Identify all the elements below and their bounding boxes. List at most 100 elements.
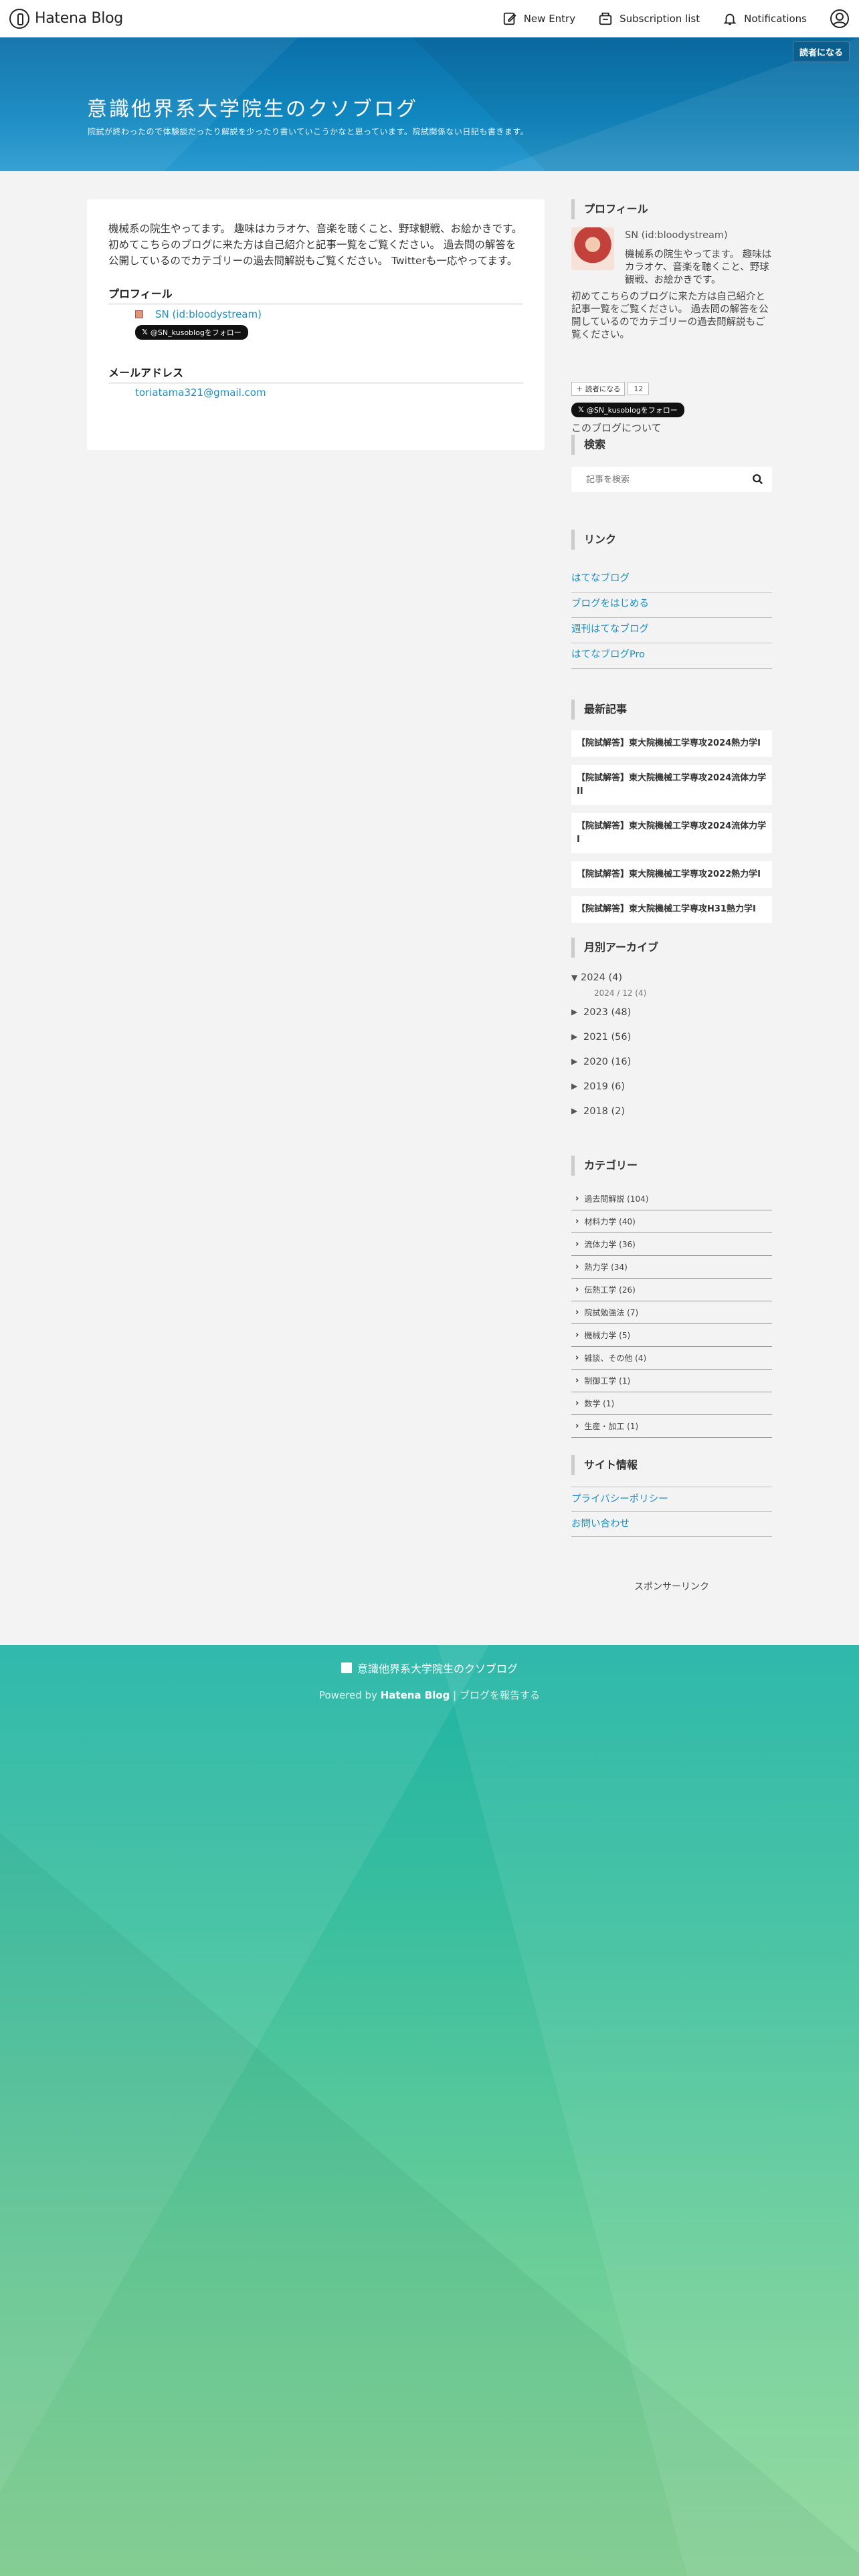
powered-prefix: Powered by — [318, 1689, 377, 1701]
archive-year-2018[interactable]: ▶ 2018 (2) — [571, 1106, 772, 1131]
footer-title-text: 意識他界系大学院生のクソブログ — [357, 1662, 518, 1675]
profile-link[interactable]: SN (id:bloodystream) — [155, 308, 262, 320]
privacy-policy-link[interactable]: プライバシーポリシー — [571, 1487, 772, 1512]
profile-avatar[interactable] — [571, 227, 614, 270]
bell-icon — [723, 13, 737, 25]
site-info-heading: サイト情報 — [571, 1455, 772, 1475]
site-info-module: サイト情報 プライバシーポリシー お問い合わせ — [571, 1455, 772, 1537]
category-item[interactable]: › 院試勉強法 (7) — [571, 1301, 772, 1324]
recent-entry[interactable]: 【院試解答】東大院機械工学専攻2022熱力学I — [571, 861, 772, 888]
chevron-right-icon: › — [575, 1239, 579, 1249]
chevron-right-icon: › — [575, 1262, 579, 1272]
subscription-list-button[interactable]: Subscription list — [598, 11, 700, 26]
category-item[interactable]: › 過去問解説 (104) — [571, 1188, 772, 1210]
reader-mini-button[interactable]: ＋ 読者になる — [571, 382, 626, 396]
chevron-right-icon: › — [575, 1285, 579, 1295]
user-menu-button[interactable] — [830, 9, 850, 29]
archive-year-label: 2019 (6) — [583, 1081, 626, 1092]
chevron-right-icon: › — [575, 1353, 579, 1363]
category-label: 機械力学 (5) — [584, 1331, 631, 1340]
side-x-logo-icon: 𝕏 — [578, 405, 584, 414]
notifications-label: Notifications — [744, 12, 807, 25]
archive-heading: 月別アーカイブ — [571, 938, 772, 958]
archive-year-2020[interactable]: ▶ 2020 (16) — [571, 1057, 772, 1081]
report-blog-link[interactable]: ブログを報告する — [460, 1689, 540, 1701]
archive-year-2023[interactable]: ▶ 2023 (48) — [571, 1007, 772, 1032]
archive-year-label: 2021 (56) — [583, 1032, 632, 1043]
link-start-blog[interactable]: ブログをはじめる — [571, 593, 772, 618]
x-follow-wrap: 𝕏 @SN_kusoblogをフォロー — [135, 324, 523, 340]
footer: 意識他界系大学院生のクソブログ Powered by Hatena Blog |… — [0, 1645, 859, 2576]
category-item[interactable]: › 伝熱工学 (26) — [571, 1279, 772, 1301]
global-header: Hatena Blog New Entry Subscription list … — [0, 0, 859, 37]
category-item[interactable]: › 熱力学 (34) — [571, 1256, 772, 1279]
profile-mini-avatar — [135, 310, 143, 318]
profile-module: プロフィール SN (id:bloodystream) 機械系の院生やってます。… — [571, 199, 772, 434]
category-label: 伝熱工学 (26) — [584, 1285, 636, 1295]
expanded-triangle-icon: ▼ — [571, 973, 578, 982]
archive-list: ▼ 2024 (4) 2024 / 12 (4) ▶ 2023 (48) ▶ 2021… — [571, 972, 772, 1131]
recent-module: 最新記事 【院試解答】東大院機械工学専攻2024熱力学I 【院試解答】東大院機械… — [571, 700, 772, 931]
category-module: カテゴリー › 過去問解説 (104) › 材料力学 (40) › 流体力学 (36)… — [571, 1156, 772, 1438]
chevron-right-icon: › — [575, 1421, 579, 1431]
category-item[interactable]: › 制御工学 (1) — [571, 1370, 772, 1392]
category-item[interactable]: › 雑談、その他 (4) — [571, 1347, 772, 1370]
footer-blog-title[interactable]: 意識他界系大学院生のクソブログ — [0, 1660, 859, 1676]
category-item[interactable]: › 機械力学 (5) — [571, 1324, 772, 1347]
search-module: 検索 — [571, 435, 772, 492]
footer-powered: Powered by Hatena Blog | ブログを報告する — [0, 1688, 859, 1702]
site-info-list: プライバシーポリシー お問い合わせ — [571, 1487, 772, 1537]
recent-entry[interactable]: 【院試解答】東大院機械工学専攻2024流体力学I — [571, 813, 772, 853]
link-hatena-pro[interactable]: はてなブログPro — [571, 643, 772, 669]
collapsed-triangle-icon: ▶ — [571, 1007, 578, 1016]
archive-year-2021[interactable]: ▶ 2021 (56) — [571, 1032, 772, 1057]
recent-entry[interactable]: 【院試解答】東大院機械工学専攻2024熱力学I — [571, 730, 772, 757]
contact-link[interactable]: お問い合わせ — [571, 1511, 772, 1537]
about-card: 機械系の院生やってます。 趣味はカラオケ、音楽を聴くこと、野球観戦、お絵かきです… — [87, 199, 545, 450]
hatena-blog-logo[interactable]: Hatena Blog — [9, 8, 123, 29]
link-hatena-blog[interactable]: はてなブログ — [571, 567, 772, 593]
link-weekly-hatena[interactable]: 週刊はてなブログ — [571, 618, 772, 643]
x-follow-button[interactable]: 𝕏 @SN_kusoblogをフォロー — [135, 324, 248, 340]
search-input[interactable] — [571, 474, 739, 485]
archive-year-2019[interactable]: ▶ 2019 (6) — [571, 1081, 772, 1106]
recent-entry[interactable]: 【院試解答】東大院機械工学専攻2024流体力学II — [571, 765, 772, 805]
search-box — [571, 467, 772, 492]
category-item[interactable]: › 材料力学 (40) — [571, 1210, 772, 1233]
blog-description: 院試が終わったので体験談だったり解説を少ったり書いていこうかなと思っています。院… — [88, 127, 529, 136]
email-link[interactable]: toriatama321@gmail.com — [135, 387, 523, 399]
blog-title[interactable]: 意識他界系大学院生のクソブログ — [87, 92, 418, 122]
new-entry-button[interactable]: New Entry — [502, 11, 575, 26]
notifications-button[interactable]: Notifications — [723, 11, 807, 26]
profile-heading: プロフィール — [108, 285, 523, 305]
side-x-follow-label: @SN_kusoblogをフォロー — [586, 405, 678, 415]
profile-name[interactable]: SN (id:bloodystream) — [625, 230, 728, 241]
about-text: 機械系の院生やってます。 趣味はカラオケ、音楽を聴くこと、野球観戦、お絵かきです… — [108, 223, 522, 267]
category-label: 熱力学 (34) — [584, 1263, 628, 1272]
chevron-right-icon: › — [575, 1376, 579, 1386]
search-icon[interactable] — [752, 473, 764, 486]
category-label: 流体力学 (36) — [584, 1240, 636, 1249]
recent-entry[interactable]: 【院試解答】東大院機械工学専攻H31熱力学I — [571, 896, 772, 923]
chevron-right-icon: › — [575, 1330, 579, 1340]
category-label: 生産・加工 (1) — [584, 1422, 639, 1431]
chevron-right-icon: › — [575, 1194, 579, 1204]
collapsed-triangle-icon: ▶ — [571, 1081, 578, 1091]
hatena-blog-link[interactable]: Hatena Blog — [381, 1689, 450, 1701]
subscribe-reader-button[interactable]: 読者になる — [792, 41, 850, 62]
category-item[interactable]: › 数学 (1) — [571, 1392, 772, 1415]
collapsed-triangle-icon: ▶ — [571, 1057, 578, 1066]
about-blog-link[interactable]: このブログについて — [571, 421, 662, 435]
profile-row: SN (id:bloodystream) — [135, 308, 523, 320]
archive-year-label: 2020 (16) — [583, 1057, 632, 1067]
category-item[interactable]: › 流体力学 (36) — [571, 1233, 772, 1256]
chevron-right-icon: › — [575, 1398, 579, 1408]
collapsed-triangle-icon: ▶ — [571, 1032, 578, 1041]
logo-text: Hatena Blog — [35, 10, 123, 27]
category-label: 雑談、その他 (4) — [584, 1354, 647, 1363]
archive-month-2024-12[interactable]: 2024 / 12 (4) — [594, 988, 646, 998]
side-x-follow-button[interactable]: 𝕏 @SN_kusoblogをフォロー — [571, 402, 684, 417]
archive-year-2024[interactable]: ▼ 2024 (4) 2024 / 12 (4) — [571, 972, 772, 1007]
category-label: 材料力学 (40) — [584, 1217, 636, 1226]
category-item[interactable]: › 生産・加工 (1) — [571, 1415, 772, 1438]
